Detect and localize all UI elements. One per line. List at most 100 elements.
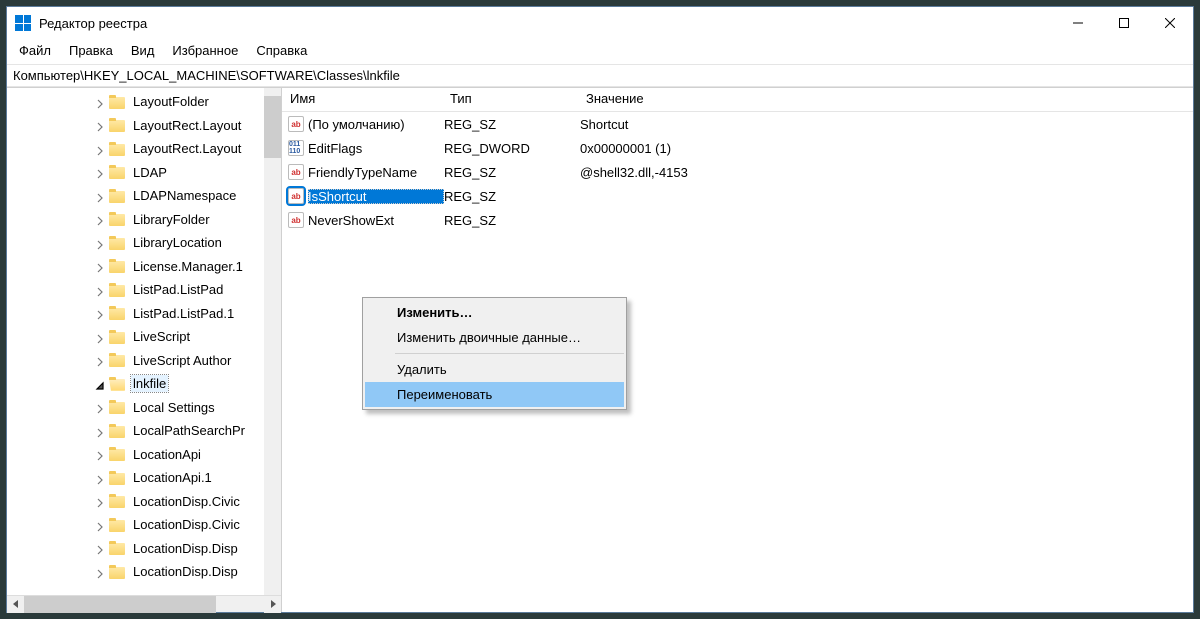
tree-item[interactable]: Local Settings (7, 396, 281, 420)
app-icon (15, 15, 31, 31)
tree-item[interactable]: LDAPNamespace (7, 184, 281, 208)
registry-value-row[interactable]: abIsShortcutREG_SZ (282, 184, 1193, 208)
value-name: (По умолчанию) (308, 117, 444, 132)
tree-item[interactable]: LocationDisp.Civic (7, 490, 281, 514)
chevron-right-icon[interactable] (95, 144, 105, 154)
scroll-right-button[interactable] (264, 596, 281, 613)
menu-help[interactable]: Справка (248, 41, 315, 60)
tree-horizontal-scrollbar[interactable] (7, 595, 281, 612)
tree-view[interactable]: LayoutFolderLayoutRect.LayoutLayoutRect.… (7, 88, 281, 595)
value-data: @shell32.dll,-4153 (580, 165, 1193, 180)
tree-item-label: LocationDisp.Disp (131, 563, 240, 580)
column-name-header[interactable]: Имя (282, 88, 442, 111)
tree-item-label: ListPad.ListPad.1 (131, 305, 236, 322)
tree-item[interactable]: License.Manager.1 (7, 255, 281, 279)
value-name: IsShortcut (308, 189, 444, 204)
context-menu-modify-binary[interactable]: Изменить двоичные данные… (365, 325, 624, 350)
scroll-track[interactable] (24, 596, 264, 613)
tree-item[interactable]: LibraryLocation (7, 231, 281, 255)
tree-item[interactable]: ListPad.ListPad (7, 278, 281, 302)
scroll-thumb[interactable] (24, 596, 216, 613)
registry-value-row[interactable]: abNeverShowExtREG_SZ (282, 208, 1193, 232)
tree-item[interactable]: LiveScript (7, 325, 281, 349)
tree-item[interactable]: lnkfile (7, 372, 281, 396)
close-button[interactable] (1147, 7, 1193, 39)
folder-icon (109, 447, 125, 461)
tree-item[interactable]: LibraryFolder (7, 208, 281, 232)
tree-item-label: Local Settings (131, 399, 217, 416)
chevron-right-icon[interactable] (95, 214, 105, 224)
chevron-right-icon[interactable] (95, 120, 105, 130)
chevron-right-icon[interactable] (95, 426, 105, 436)
tree-item[interactable]: LayoutFolder (7, 90, 281, 114)
registry-value-row[interactable]: ab(По умолчанию)REG_SZShortcut (282, 112, 1193, 136)
tree-item[interactable]: LocationApi.1 (7, 466, 281, 490)
folder-icon (109, 518, 125, 532)
chevron-right-icon[interactable] (95, 261, 105, 271)
menu-favorites[interactable]: Избранное (164, 41, 246, 60)
chevron-right-icon[interactable] (95, 167, 105, 177)
context-menu-modify[interactable]: Изменить… (365, 300, 624, 325)
context-menu-rename[interactable]: Переименовать (365, 382, 624, 407)
tree-vertical-scrollbar[interactable] (264, 88, 281, 595)
chevron-right-icon[interactable] (95, 355, 105, 365)
column-type-header[interactable]: Тип (442, 88, 578, 111)
tree-item-label: LiveScript Author (131, 352, 233, 369)
registry-value-row[interactable]: 011 110EditFlagsREG_DWORD0x00000001 (1) (282, 136, 1193, 160)
titlebar[interactable]: Редактор реестра (7, 7, 1193, 39)
value-type: REG_DWORD (444, 141, 580, 156)
value-data: Shortcut (580, 117, 1193, 132)
folder-icon (109, 283, 125, 297)
tree-pane: LayoutFolderLayoutRect.LayoutLayoutRect.… (7, 88, 282, 612)
registry-value-row[interactable]: abFriendlyTypeNameREG_SZ@shell32.dll,-41… (282, 160, 1193, 184)
menu-edit[interactable]: Правка (61, 41, 121, 60)
chevron-right-icon[interactable] (95, 520, 105, 530)
context-menu-delete[interactable]: Удалить (365, 357, 624, 382)
chevron-right-icon[interactable] (95, 402, 105, 412)
minimize-button[interactable] (1055, 7, 1101, 39)
maximize-button[interactable] (1101, 7, 1147, 39)
chevron-right-icon[interactable] (95, 496, 105, 506)
tree-item[interactable]: LocationDisp.Civic (7, 513, 281, 537)
chevron-right-icon[interactable] (95, 285, 105, 295)
tree-item[interactable]: LiveScript Author (7, 349, 281, 373)
list-body[interactable]: ab(По умолчанию)REG_SZShortcut011 110Edi… (282, 112, 1193, 232)
folder-icon (109, 424, 125, 438)
tree-item-label: LocationDisp.Disp (131, 540, 240, 557)
folder-icon (109, 142, 125, 156)
tree-scrollbar-thumb[interactable] (264, 96, 281, 158)
chevron-right-icon[interactable] (95, 473, 105, 483)
tree-item[interactable]: LDAP (7, 161, 281, 185)
chevron-right-icon[interactable] (95, 567, 105, 577)
tree-item[interactable]: LocationApi (7, 443, 281, 467)
folder-icon (109, 95, 125, 109)
tree-item-label: LocalPathSearchPr (131, 422, 247, 439)
content-area: LayoutFolderLayoutRect.LayoutLayoutRect.… (7, 87, 1193, 612)
address-bar[interactable]: Компьютер\HKEY_LOCAL_MACHINE\SOFTWARE\Cl… (7, 64, 1193, 87)
column-value-header[interactable]: Значение (578, 88, 1193, 111)
chevron-right-icon[interactable] (95, 543, 105, 553)
tree-item[interactable]: LayoutRect.Layout (7, 137, 281, 161)
tree-item[interactable]: ListPad.ListPad.1 (7, 302, 281, 326)
menu-file[interactable]: Файл (11, 41, 59, 60)
tree-item[interactable]: LocationDisp.Disp (7, 537, 281, 561)
value-type: REG_SZ (444, 117, 580, 132)
chevron-right-icon[interactable] (95, 97, 105, 107)
tree-item-label: LDAPNamespace (131, 187, 238, 204)
chevron-right-icon[interactable] (95, 238, 105, 248)
chevron-right-icon[interactable] (95, 449, 105, 459)
menu-view[interactable]: Вид (123, 41, 163, 60)
value-data: 0x00000001 (1) (580, 141, 1193, 156)
chevron-right-icon[interactable] (95, 308, 105, 318)
chevron-right-icon[interactable] (95, 191, 105, 201)
folder-icon (109, 189, 125, 203)
tree-item[interactable]: LocationDisp.Disp (7, 560, 281, 584)
context-menu: Изменить… Изменить двоичные данные… Удал… (362, 297, 627, 410)
chevron-right-icon[interactable] (95, 332, 105, 342)
tree-item[interactable]: LayoutRect.Layout (7, 114, 281, 138)
tree-item[interactable]: LocalPathSearchPr (7, 419, 281, 443)
string-value-icon: ab (288, 164, 304, 180)
chevron-right-icon[interactable] (95, 379, 105, 389)
value-type: REG_SZ (444, 165, 580, 180)
scroll-left-button[interactable] (7, 596, 24, 613)
